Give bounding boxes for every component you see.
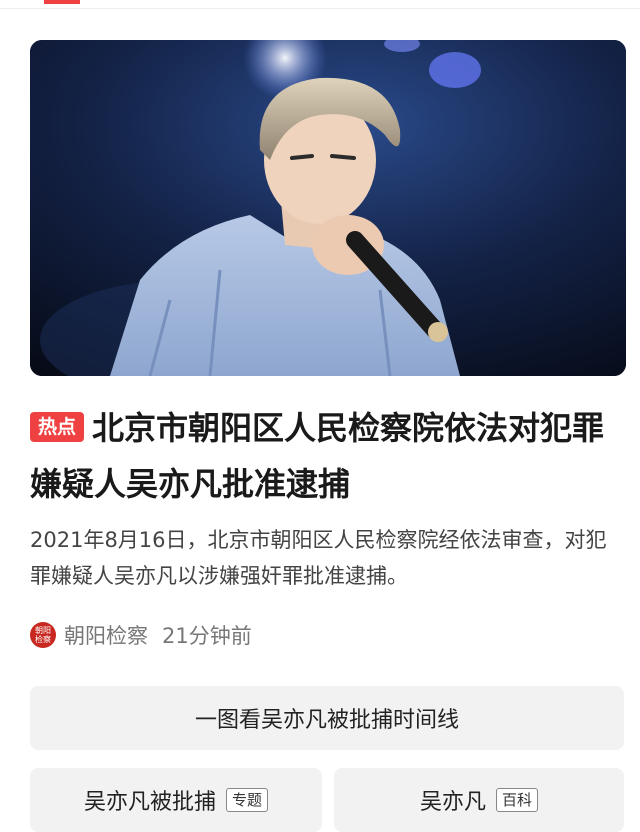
hero-image[interactable] [30, 40, 626, 376]
tab-indicator [44, 0, 80, 4]
encyclopedia-card-label: 吴亦凡 [419, 790, 486, 815]
topic-card-label: 吴亦凡被批捕 [83, 790, 216, 815]
publish-time: 21分钟前 [162, 624, 252, 648]
hot-badge: 热点 [30, 412, 85, 442]
source-name[interactable]: 朝阳检察 [64, 620, 148, 650]
top-bar [0, 0, 640, 9]
headline-text: 北京市朝阳区人民检察院依法对犯罪嫌疑人吴亦凡批准逮捕 [30, 409, 605, 503]
topic-type-badge: 专题 [226, 788, 269, 812]
source-row[interactable]: 朝阳 检察 朝阳检察 21分钟前 [30, 618, 252, 652]
singer-photo-icon [30, 40, 626, 376]
source-logo-icon: 朝阳 检察 [30, 622, 56, 648]
headline[interactable]: 热点 北京市朝阳区人民检察院依法对犯罪嫌疑人吴亦凡批准逮捕 [30, 400, 620, 512]
encyclopedia-type-badge: 百科 [496, 788, 539, 812]
article-summary: 2021年8月16日，北京市朝阳区人民检察院经依法审查，对犯罪嫌疑人吴亦凡以涉嫌… [30, 528, 607, 588]
timeline-button[interactable]: 一图看吴亦凡被批捕时间线 [30, 686, 624, 750]
timeline-button-label: 一图看吴亦凡被批捕时间线 [194, 708, 459, 733]
topic-card[interactable]: 吴亦凡被批捕 专题 [30, 768, 322, 832]
encyclopedia-card[interactable]: 吴亦凡 百科 [334, 768, 624, 832]
